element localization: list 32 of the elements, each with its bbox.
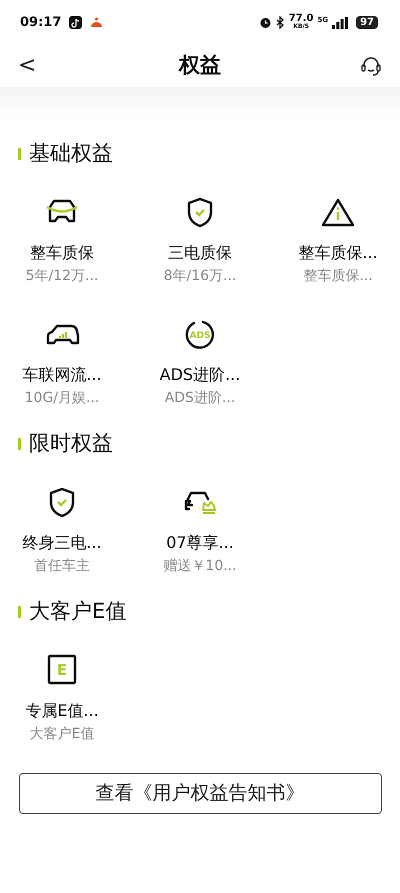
section-title: 限时权益 [29, 430, 113, 458]
benefit-subtitle: 10G/月娱... [24, 389, 100, 408]
benefit-title[interactable]: 三电质保 [168, 241, 232, 265]
benefit-subtitle: 8年/16万... [164, 267, 236, 286]
benefit-subtitle: 赠送￥10... [163, 557, 237, 576]
benefit-title[interactable]: ADS进阶... [160, 363, 240, 387]
alarm-icon [258, 16, 272, 29]
benefit-subtitle: ADS进阶... [164, 389, 236, 408]
bluetooth-icon [276, 16, 285, 29]
benefit-title[interactable]: 07尊享... [166, 531, 234, 555]
section-title: 基础权益 [29, 140, 113, 168]
section-accent [18, 148, 21, 160]
status-time: 09:17 [20, 14, 62, 32]
section-title: 大客户E值 [29, 598, 126, 626]
support-icon [360, 55, 382, 77]
benefit-title[interactable]: 终身三电... [22, 531, 102, 555]
benefit-title[interactable]: 专属E值... [25, 699, 99, 723]
notice-button[interactable]: 查看《用户权益告知书》 [18, 773, 382, 814]
page-title: 权益 [179, 52, 221, 80]
battery-level: 97 [356, 16, 378, 29]
benefit-title[interactable]: 车联网流... [22, 363, 102, 387]
benefit-subtitle: 整车质保... [303, 267, 373, 286]
section-accent [18, 438, 21, 450]
benefit-subtitle: 5年/12万... [26, 267, 98, 286]
benefit-subtitle: 大客户E值 [30, 725, 94, 744]
benefit-title[interactable]: 整车质保... [298, 241, 378, 265]
signal-icon [332, 16, 348, 28]
network-speed: 77.0 [288, 14, 314, 22]
benefit-title[interactable]: 整车质保 [30, 241, 94, 265]
benefit-subtitle: 首任车主 [34, 557, 90, 576]
back-button[interactable]: < [18, 55, 40, 77]
section-accent [18, 606, 21, 618]
